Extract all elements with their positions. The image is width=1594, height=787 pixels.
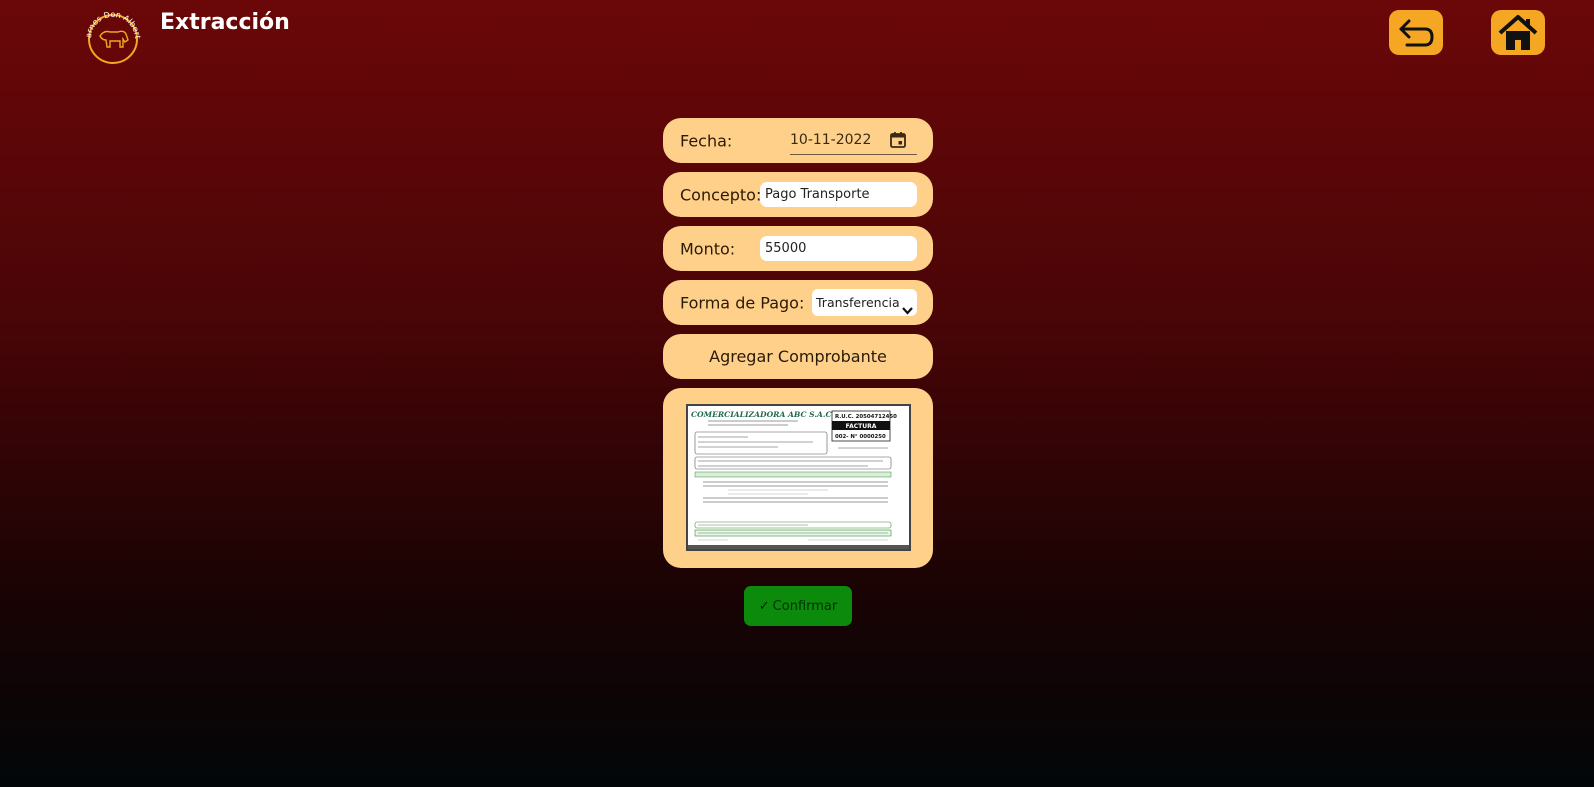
- logo-text: Carnes Don Alberto: [79, 0, 142, 39]
- forma-pago-label: Forma de Pago:: [680, 293, 805, 312]
- agregar-comprobante-button[interactable]: Agregar Comprobante: [663, 334, 933, 379]
- calendar-icon[interactable]: [889, 131, 907, 157]
- forma-pago-select[interactable]: Transferencia: [812, 289, 917, 316]
- fecha-value: 10-11-2022: [790, 132, 872, 148]
- receipt-doc-type: FACTURA: [846, 423, 877, 430]
- forma-pago-row: Forma de Pago: Transferencia: [663, 280, 933, 325]
- brand-logo: Carnes Don Alberto: [79, 0, 144, 64]
- fecha-date-input[interactable]: 10-11-2022: [790, 128, 917, 155]
- receipt-number: 002- N° 0000250: [835, 434, 886, 440]
- monto-row: Monto: 55000: [663, 226, 933, 271]
- page-title: Extracción: [160, 10, 290, 35]
- monto-label: Monto:: [680, 239, 736, 258]
- home-button[interactable]: [1491, 10, 1545, 55]
- home-icon: [1498, 14, 1538, 50]
- svg-text:Carnes Don Alberto: Carnes Don Alberto: [82, 6, 142, 39]
- chevron-down-icon: [902, 297, 913, 316]
- concepto-row: Concepto: Pago Transporte: [663, 172, 933, 217]
- comprobante-preview-card: COMERCIALIZADORA ABC S.A.C. R.U.C. 20504…: [663, 388, 933, 568]
- receipt-ruc: R.U.C. 20504712450: [835, 414, 897, 420]
- concepto-label: Concepto:: [680, 185, 762, 204]
- concepto-input[interactable]: Pago Transporte: [760, 182, 917, 207]
- forma-pago-value: Transferencia: [816, 295, 900, 310]
- confirm-button[interactable]: ✓ Confirmar: [744, 586, 852, 626]
- monto-input[interactable]: 55000: [760, 236, 917, 261]
- back-button[interactable]: [1389, 10, 1443, 55]
- confirm-label: Confirmar: [772, 598, 838, 614]
- receipt-company: COMERCIALIZADORA ABC S.A.C.: [691, 410, 834, 419]
- back-arrow-icon: [1399, 19, 1434, 46]
- fecha-label: Fecha:: [680, 131, 733, 150]
- comprobante-image: COMERCIALIZADORA ABC S.A.C. R.U.C. 20504…: [686, 404, 911, 551]
- check-icon: ✓: [758, 598, 770, 614]
- fecha-row: Fecha: 10-11-2022: [663, 118, 933, 163]
